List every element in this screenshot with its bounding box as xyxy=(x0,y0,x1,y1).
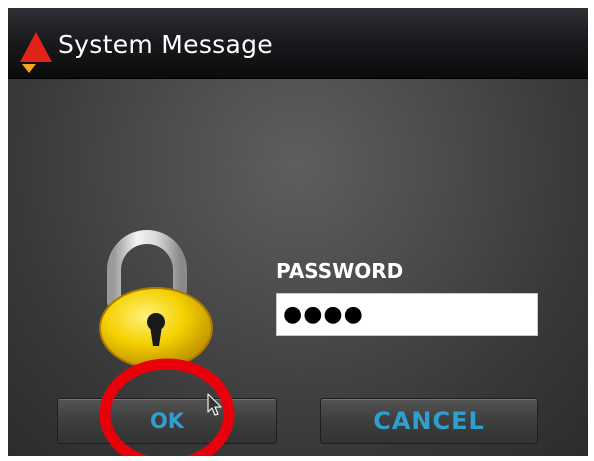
dialog-title: System Message xyxy=(58,30,273,59)
password-input[interactable]: ●●●● xyxy=(276,293,538,336)
red-circle-annotation xyxy=(96,350,238,456)
password-label: PASSWORD xyxy=(276,259,404,283)
system-message-dialog: System Message PASSWORD ●●●● OK CANCEL xyxy=(8,8,588,456)
title-bar: System Message xyxy=(8,8,588,79)
padlock-icon xyxy=(92,230,222,370)
cancel-button[interactable]: CANCEL xyxy=(320,398,538,444)
screenshot-frame: System Message PASSWORD ●●●● OK CANCEL xyxy=(0,0,594,461)
red-triangle-logo-icon xyxy=(16,30,56,74)
